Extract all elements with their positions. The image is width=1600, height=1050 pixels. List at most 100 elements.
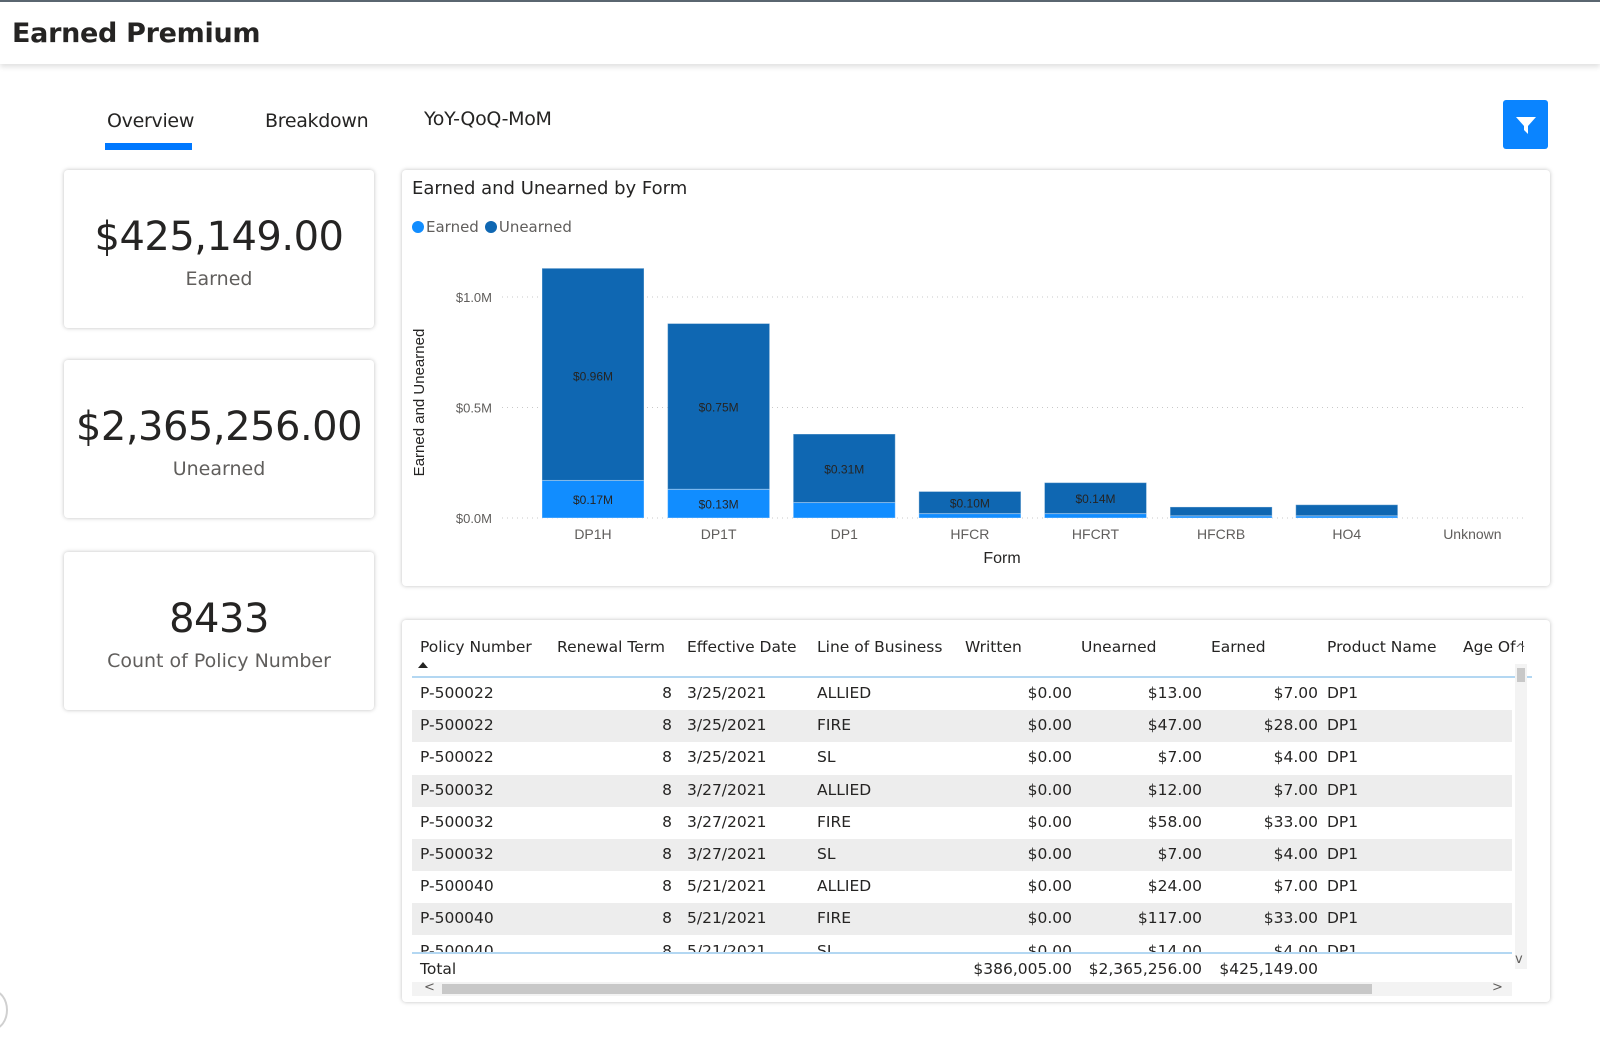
table-row[interactable]: P-500032 8 3/27/2021 ALLIED $0.00 $12.00 $7.00… xyxy=(412,774,1512,807)
col-policy-number[interactable]: Policy Number xyxy=(420,638,532,656)
table-header: Policy Number Renewal Term Effective Dat… xyxy=(412,634,1532,678)
data-label: $0.10M xyxy=(950,497,990,511)
x-tick-label: DP1H xyxy=(574,526,611,542)
legend-item-unearned[interactable]: Unearned xyxy=(484,218,572,236)
cell-effective-date: 5/21/2021 xyxy=(687,877,767,896)
cell-renewal-term: 8 xyxy=(662,684,672,702)
scroll-down-icon[interactable]: v xyxy=(1515,952,1523,967)
table-row[interactable]: P-500022 8 3/25/2021 ALLIED $0.00 $13.00 $7.00… xyxy=(412,678,1512,710)
tab-breakdown[interactable]: Breakdown xyxy=(265,110,369,132)
cell-earned: $4.00 xyxy=(1273,845,1318,863)
cell-renewal-term: 8 xyxy=(662,845,672,863)
bar-unearned-ho4 xyxy=(1295,504,1399,517)
vertical-scroll-thumb[interactable] xyxy=(1517,668,1525,682)
active-tab-indicator xyxy=(105,143,192,150)
cell-policy-number: P-500032 xyxy=(420,845,494,863)
cell-effective-date: 3/25/2021 xyxy=(687,684,767,702)
cell-effective-date: 3/25/2021 xyxy=(687,748,767,767)
cell-line-of-business: ALLIED xyxy=(817,780,872,799)
cell-policy-number: P-500022 xyxy=(420,716,494,735)
tab-yoy-qoq-mom[interactable]: YoY-QoQ-MoM xyxy=(424,108,552,130)
cell-written: $0.00 xyxy=(1027,748,1072,767)
cell-line-of-business: SL xyxy=(817,845,836,863)
cell-earned: $7.00 xyxy=(1273,684,1318,702)
cell-written: $0.00 xyxy=(1027,909,1072,928)
cell-written: $0.00 xyxy=(1027,684,1072,702)
earned-unearned-chart: $0.0M $0.5M $1.0M Earned and Unearned $0.17M… xyxy=(402,170,1550,586)
y-tick-label: $1.0M xyxy=(456,290,492,305)
vertical-scrollbar[interactable] xyxy=(1515,664,1527,969)
table-row[interactable]: P-500040 8 5/21/2021 FIRE $0.00 $117.00 $33.00… xyxy=(412,903,1512,936)
table-row[interactable]: P-500032 8 3/27/2021 FIRE $0.00 $58.00 $33.00 D… xyxy=(412,807,1512,839)
kpi-value: 8433 xyxy=(169,596,269,642)
cell-product-name: DP1 xyxy=(1327,780,1359,799)
horizontal-scrollbar[interactable]: < > xyxy=(412,980,1512,996)
chart-title: Earned and Unearned by Form xyxy=(412,178,688,199)
cell-policy-number: P-500022 xyxy=(420,748,494,767)
table-row[interactable]: P-500032 8 3/27/2021 SL $0.00 $7.00 $4.00 DP1 xyxy=(412,839,1512,871)
cell-renewal-term: 8 xyxy=(662,877,672,896)
cell-line-of-business: ALLIED xyxy=(817,684,872,702)
cell-product-name: DP1 xyxy=(1327,877,1359,896)
kpi-value: $425,149.00 xyxy=(94,214,344,260)
scroll-left-icon[interactable]: < xyxy=(424,980,435,995)
total-label: Total xyxy=(420,960,457,978)
cell-line-of-business: ALLIED xyxy=(817,877,872,896)
bar-earned-dp1 xyxy=(792,502,896,519)
x-tick-label: DP1 xyxy=(831,526,858,542)
legend-label: Earned xyxy=(426,218,479,236)
filter-icon xyxy=(1515,116,1536,134)
cell-unearned: $58.00 xyxy=(1147,812,1202,831)
cell-effective-date: 3/25/2021 xyxy=(687,716,767,735)
sort-ascending-icon xyxy=(418,662,428,668)
table-row[interactable]: P-500022 8 3/25/2021 FIRE $0.00 $47.00 $28.00 D… xyxy=(412,710,1512,743)
cell-product-name: DP1 xyxy=(1327,909,1359,928)
cell-product-name: DP1 xyxy=(1327,845,1359,863)
col-line-of-business[interactable]: Line of Business xyxy=(817,638,942,656)
col-age-of-home[interactable]: Age Of Ho xyxy=(1463,638,1523,656)
kpi-value: $2,365,256.00 xyxy=(75,404,363,450)
kpi-label: Earned xyxy=(185,268,253,290)
tab-overview[interactable]: Overview xyxy=(107,110,194,132)
data-label: $0.75M xyxy=(699,400,739,414)
cell-earned: $7.00 xyxy=(1273,877,1318,896)
col-effective-date[interactable]: Effective Date xyxy=(687,638,797,656)
data-label: $0.31M xyxy=(824,462,864,476)
cell-policy-number: P-500022 xyxy=(420,684,494,702)
cell-earned: $28.00 xyxy=(1263,716,1318,735)
bar-earned-hfcr xyxy=(918,513,1022,519)
cell-unearned: $47.00 xyxy=(1147,716,1202,735)
cell-written: $0.00 xyxy=(1027,812,1072,831)
legend-item-earned[interactable]: Earned xyxy=(412,218,479,236)
cell-line-of-business: FIRE xyxy=(817,716,852,735)
cell-product-name: DP1 xyxy=(1327,748,1359,767)
cell-renewal-term: 8 xyxy=(662,812,672,831)
col-product-name[interactable]: Product Name xyxy=(1327,638,1437,656)
table-row[interactable]: P-500022 8 3/25/2021 SL $0.00 $7.00 $4.00 DP1 xyxy=(412,742,1512,774)
table-total-row: Total $386,005.00 $2,365,256.00 $425,149… xyxy=(412,952,1512,984)
filter-button[interactable] xyxy=(1503,100,1548,149)
horizontal-scroll-thumb[interactable] xyxy=(442,984,1372,994)
cell-line-of-business: SL xyxy=(817,748,836,767)
cell-renewal-term: 8 xyxy=(662,909,672,928)
side-pane-toggle[interactable] xyxy=(0,990,8,1030)
total-unearned: $2,365,256.00 xyxy=(1088,960,1202,978)
chart-canvas: $0.0M $0.5M $1.0M Earned and Unearned $0.17M… xyxy=(411,267,1527,567)
bar-unearned-hfcrb xyxy=(1169,506,1273,517)
cell-policy-number: P-500032 xyxy=(420,812,494,831)
col-earned[interactable]: Earned xyxy=(1211,638,1266,656)
x-tick-label: HO4 xyxy=(1332,526,1361,542)
col-renewal-term[interactable]: Renewal Term xyxy=(557,638,665,656)
x-axis-title: Form xyxy=(983,550,1020,567)
cell-unearned: $7.00 xyxy=(1157,845,1202,863)
table-row[interactable]: P-500040 8 5/21/2021 ALLIED $0.00 $24.00 $7.00… xyxy=(412,871,1512,903)
col-written[interactable]: Written xyxy=(965,638,1022,656)
legend-label: Unearned xyxy=(498,218,572,236)
header-bar: Earned Premium xyxy=(0,0,1600,64)
x-tick-label: Unknown xyxy=(1443,526,1501,542)
scroll-up-icon[interactable]: ^ xyxy=(1515,642,1526,657)
cell-unearned: $117.00 xyxy=(1137,909,1202,928)
scroll-right-icon[interactable]: > xyxy=(1492,980,1503,995)
page-title: Earned Premium xyxy=(12,18,261,49)
col-unearned[interactable]: Unearned xyxy=(1081,638,1157,656)
